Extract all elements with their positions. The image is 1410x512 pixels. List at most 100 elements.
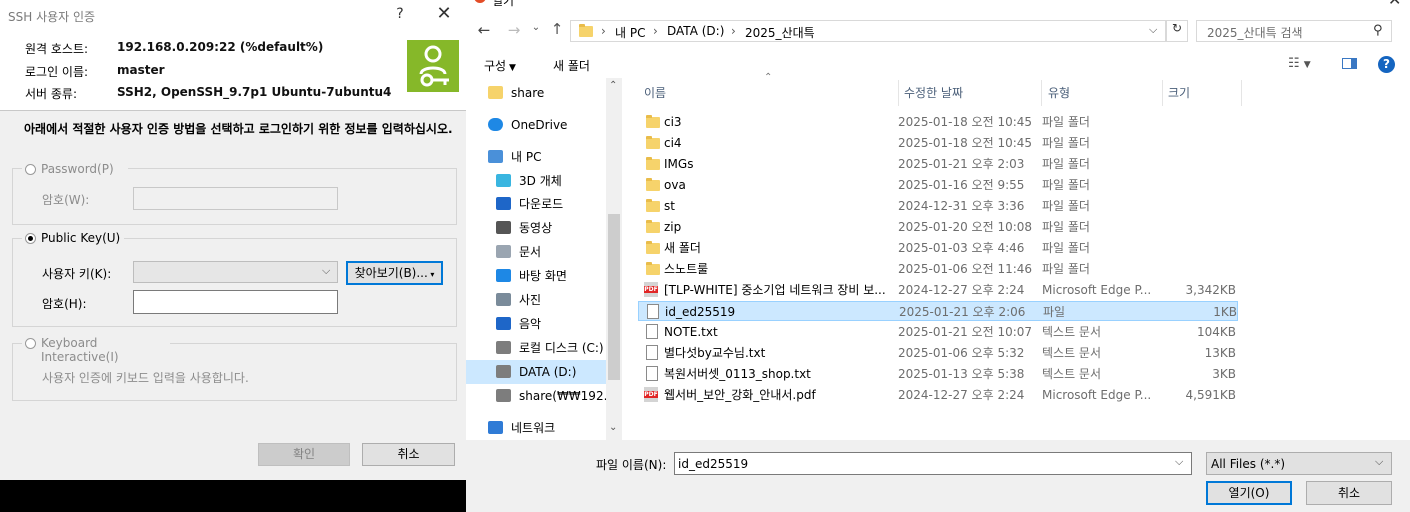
password-label: 암호(W): <box>42 193 90 207</box>
folder-icon <box>646 136 660 149</box>
file-row[interactable]: id_ed25519 2025-01-21 오후 2:06 파일 1KB <box>638 301 1238 321</box>
file-name: 복원서버셋_0113_shop.txt <box>664 367 811 381</box>
remote-host-value: 192.168.0.209:22 (%default%) <box>117 40 324 54</box>
file-name: ci4 <box>664 136 682 150</box>
file-modified: 2025-01-18 오전 10:45 <box>898 136 1033 150</box>
file-name: [TLP-WHITE] 중소기업 네트워크 장비 보... <box>664 283 886 297</box>
open-button[interactable]: 열기(O) <box>1206 481 1292 505</box>
file-icon <box>646 324 658 339</box>
filename-value: id_ed25519 <box>678 457 749 471</box>
file-modified: 2024-12-27 오후 2:24 <box>898 388 1025 402</box>
close-icon[interactable]: ✕ <box>432 3 456 24</box>
file-row[interactable]: 새 폴더 2025-01-03 오후 4:46 파일 폴더 <box>638 238 1238 258</box>
file-icon <box>647 304 659 319</box>
public-key-legend: Public Key(U) <box>22 231 124 247</box>
ok-button[interactable]: 확인 <box>258 443 350 466</box>
server-type-label: 서버 종류: <box>25 87 78 101</box>
file-row[interactable]: NOTE.txt 2025-01-21 오전 10:07 텍스트 문서 104KB <box>638 322 1238 342</box>
public-key-radio[interactable] <box>25 233 36 244</box>
file-modified: 2025-01-06 오전 11:46 <box>898 262 1033 276</box>
file-size: 4,591KB <box>1185 388 1236 402</box>
file-size: 104KB <box>1196 325 1236 339</box>
file-row[interactable]: 스노트룰 2025-01-06 오전 11:46 파일 폴더 <box>638 259 1238 279</box>
file-open-dialog: 열기 ✕ ← → ⌄ ↑ › 내 PC › DATA (D:) › 2025_산… <box>466 0 1410 512</box>
file-row[interactable]: 별다섯by교수님.txt 2025-01-06 오후 5:32 텍스트 문서 13KB <box>638 343 1238 363</box>
file-modified: 2024-12-27 오후 2:24 <box>898 283 1025 297</box>
filename-label: 파일 이름(N): <box>596 458 667 472</box>
file-type: 파일 폴더 <box>1042 220 1090 234</box>
login-name-label: 로그인 이름: <box>25 65 89 79</box>
chevron-down-icon[interactable]: ⌵ <box>1175 455 1183 469</box>
file-name: IMGs <box>664 157 694 171</box>
file-icon <box>646 345 658 360</box>
ssh-dialog-title: SSH 사용자 인증 <box>8 10 96 24</box>
keyboard-radio[interactable] <box>25 338 36 349</box>
password-input[interactable] <box>133 187 338 210</box>
file-icon <box>646 366 658 381</box>
user-key-label: 사용자 키(K): <box>42 267 112 281</box>
file-dialog-cancel-button[interactable]: 취소 <box>1306 481 1392 505</box>
connection-info-panel: 원격 호스트: 192.168.0.209:22 (%default%) 로그인… <box>0 30 466 111</box>
folder-icon <box>646 241 660 254</box>
file-row[interactable]: ova 2025-01-16 오전 9:55 파일 폴더 <box>638 175 1238 195</box>
file-name: ova <box>664 178 686 192</box>
file-type: 텍스트 문서 <box>1042 325 1102 339</box>
file-name: zip <box>664 220 682 234</box>
user-key-icon <box>407 40 459 92</box>
file-size: 1KB <box>1213 305 1237 319</box>
file-type: 파일 폴더 <box>1042 241 1090 255</box>
file-name: ci3 <box>664 115 682 129</box>
filename-input[interactable]: id_ed25519 ⌵ <box>674 452 1192 475</box>
file-modified: 2025-01-13 오후 5:38 <box>898 367 1025 381</box>
file-name: NOTE.txt <box>664 325 718 339</box>
file-name: 새 폴더 <box>664 241 701 255</box>
file-row[interactable]: ci4 2025-01-18 오전 10:45 파일 폴더 <box>638 133 1238 153</box>
file-row[interactable]: PDF 웹서버_보안_강화_안내서.pdf 2024-12-27 오후 2:24 Mi… <box>638 385 1238 405</box>
file-type: 파일 폴더 <box>1042 262 1090 276</box>
file-row[interactable]: 복원서버셋_0113_shop.txt 2025-01-13 오후 5:38 텍스트… <box>638 364 1238 384</box>
file-name: st <box>664 199 675 213</box>
file-name: id_ed25519 <box>665 305 736 319</box>
file-modified: 2025-01-03 오후 4:46 <box>898 241 1025 255</box>
chevron-down-icon: ⌵ <box>1375 455 1384 468</box>
file-modified: 2025-01-18 오전 10:45 <box>898 115 1033 129</box>
chevron-down-icon: ⌵ <box>322 264 331 277</box>
file-type-filter-value: All Files (*.*) <box>1211 457 1286 471</box>
file-type: 파일 폴더 <box>1042 136 1090 150</box>
instruction-text: 아래에서 적절한 사용자 인증 방법을 선택하고 로그인하기 위한 정보를 입력… <box>24 122 453 136</box>
pdf-icon: PDF <box>644 387 658 402</box>
ssh-title-bar: SSH 사용자 인증 ? ✕ <box>0 0 466 30</box>
folder-icon <box>646 178 660 191</box>
remote-host-label: 원격 호스트: <box>25 42 89 56</box>
passphrase-input[interactable] <box>133 290 338 314</box>
file-type: 파일 폴더 <box>1042 178 1090 192</box>
file-type: 파일 폴더 <box>1042 199 1090 213</box>
file-type: 파일 <box>1043 305 1066 319</box>
file-type: 텍스트 문서 <box>1042 346 1102 360</box>
file-type: Microsoft Edge P... <box>1042 388 1152 402</box>
help-icon[interactable]: ? <box>390 6 410 22</box>
file-row[interactable]: st 2024-12-31 오후 3:36 파일 폴더 <box>638 196 1238 216</box>
file-modified: 2025-01-06 오후 5:32 <box>898 346 1025 360</box>
password-radio[interactable] <box>25 164 36 175</box>
user-key-combo[interactable]: ⌵ <box>133 261 338 283</box>
folder-icon <box>646 220 660 233</box>
cancel-button[interactable]: 취소 <box>362 443 455 466</box>
folder-icon <box>646 115 660 128</box>
file-type: Microsoft Edge P... <box>1042 283 1152 297</box>
public-key-option-label: Public Key(U) <box>41 231 121 245</box>
server-type-value: SSH2, OpenSSH_9.7p1 Ubuntu-7ubuntu4 <box>117 85 392 99</box>
keyboard-option-label: Keyboard Interactive(I) <box>41 336 119 364</box>
browse-button-label: 찾아보기(B)... <box>354 266 428 280</box>
login-name-value: master <box>117 63 165 77</box>
password-option-label: Password(P) <box>41 162 114 176</box>
file-type-filter[interactable]: All Files (*.*) ⌵ <box>1206 452 1392 475</box>
file-row[interactable]: ci3 2025-01-18 오전 10:45 파일 폴더 <box>638 112 1238 132</box>
file-row[interactable]: zip 2025-01-20 오전 10:08 파일 폴더 <box>638 217 1238 237</box>
browse-button[interactable]: 찾아보기(B)... ▾ <box>346 261 443 285</box>
file-row[interactable]: IMGs 2025-01-21 오후 2:03 파일 폴더 <box>638 154 1238 174</box>
file-row[interactable]: PDF [TLP-WHITE] 중소기업 네트워크 장비 보... 2024-12-… <box>638 280 1238 300</box>
file-modified: 2025-01-20 오전 10:08 <box>898 220 1033 234</box>
file-name: 스노트룰 <box>664 262 709 276</box>
file-modified: 2025-01-21 오전 10:07 <box>898 325 1033 339</box>
